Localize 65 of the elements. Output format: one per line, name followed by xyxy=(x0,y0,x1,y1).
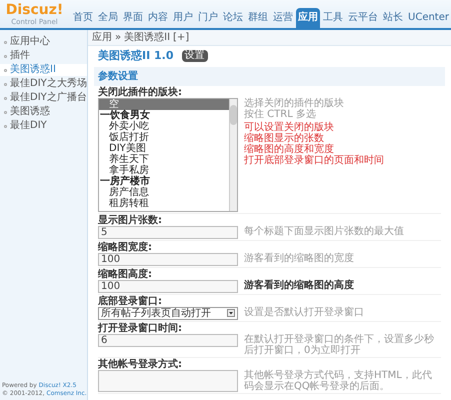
nav-tab[interactable]: 工具 xyxy=(321,8,346,28)
text-input[interactable]: 100 xyxy=(98,252,238,266)
nav-tab[interactable]: 全局 xyxy=(96,8,120,28)
annotation-text: 缩略图显示的张数 xyxy=(244,132,324,144)
setting-hint: 每个标题下面显示图片张数的最大值 xyxy=(244,226,405,236)
sidebar-item[interactable]: 美图诱惑II xyxy=(0,64,87,76)
setting-hint: 设置是否默认打开登录窗口 xyxy=(244,306,365,318)
section-header: 参数设置 xyxy=(94,66,445,86)
listbox-option[interactable]: 养生天下 xyxy=(99,154,229,164)
breadcrumb-separator: » xyxy=(115,31,122,45)
setting-label: 底部登录窗口: xyxy=(98,296,163,306)
sidebar-item[interactable]: 最佳DIY之大秀场 xyxy=(0,78,87,90)
setting-hint: 选择关闭的插件的版块 xyxy=(244,98,345,108)
caret-icon xyxy=(227,309,235,317)
listbox-option[interactable]: 房产信息 xyxy=(99,186,229,198)
setting-hint: 按住 CTRL 多选 xyxy=(244,108,316,120)
listbox-option[interactable]: DIY美图 xyxy=(99,142,229,154)
setting-label: 显示图片张数: xyxy=(98,214,163,226)
page-title: 美图诱惑II 1.0 xyxy=(98,48,174,64)
nav-tab[interactable]: 云平台 xyxy=(346,8,380,28)
dropdown[interactable]: 所有帖子列表页自动打开 xyxy=(98,306,238,320)
nav-tab[interactable]: 应用 xyxy=(296,8,320,28)
text-input[interactable]: 6 xyxy=(98,334,238,346)
breadcrumb-link[interactable]: 应用 xyxy=(92,30,112,45)
text-input[interactable]: 5 xyxy=(98,226,238,238)
annotation-text: 可以设置关闭的版块 xyxy=(244,122,335,132)
setting-label: 缩略图宽度: xyxy=(98,242,153,252)
nav-tab[interactable]: UCenter xyxy=(406,8,451,28)
textarea[interactable] xyxy=(98,370,238,392)
sidebar-item[interactable]: 美图诱惑 xyxy=(0,106,87,118)
nav-tab[interactable]: 论坛 xyxy=(221,8,246,28)
scrollbar[interactable] xyxy=(229,98,237,210)
setting-hint: 游客看到的缩略图的宽度 xyxy=(244,252,355,264)
breadcrumb-link[interactable]: 美图诱惑II xyxy=(124,30,170,45)
settings-tab[interactable]: 设置 xyxy=(182,50,208,62)
listbox-option[interactable]: 一饮食男女 xyxy=(99,110,229,120)
sidebar-item[interactable]: 最佳DIY之广播台 xyxy=(0,92,87,104)
nav-tab[interactable]: 用户 xyxy=(171,8,196,28)
sidebar-item[interactable]: 插件 xyxy=(0,50,87,62)
setting-label: 关闭此插件的版块: xyxy=(98,86,183,98)
annotation-text: 打开底部登录窗口的页面和时间 xyxy=(244,154,385,166)
nav-tab[interactable]: 站长 xyxy=(381,8,406,28)
listbox-option[interactable]: 一房产楼市 xyxy=(99,176,229,186)
nav-tab[interactable]: 内容 xyxy=(146,8,170,28)
listbox-option[interactable]: 租房转租 xyxy=(99,198,229,208)
logo: Discuz! xyxy=(6,2,64,18)
nav-tab[interactable]: 界面 xyxy=(121,8,146,28)
sidebar-item[interactable]: 最佳DIY xyxy=(0,120,87,132)
nav-tab[interactable]: 群组 xyxy=(246,8,270,28)
setting-hint: 游客看到的缩略图的高度 xyxy=(244,280,355,290)
nav-tab[interactable]: 运营 xyxy=(271,8,296,28)
setting-hint: 在默认打开登录窗口的条件下，设置多少秒后打开窗口，0为立即打开 xyxy=(244,334,435,356)
nav-tab[interactable]: 首页 xyxy=(71,8,96,28)
setting-hint: 其他帐号登录方式代码，支持HTML，此代码会显示在QQ帐号登录的后面。 xyxy=(244,370,433,392)
setting-label: 其他帐号登录方式: xyxy=(98,358,183,370)
expand-toggle[interactable]: [+] xyxy=(173,30,190,45)
setting-label: 缩略图高度: xyxy=(98,268,153,280)
annotation-text: 缩略图的高度和宽度 xyxy=(244,144,335,154)
sidebar-item[interactable]: 应用中心 xyxy=(0,36,87,48)
listbox-option[interactable]: 饭店打折 xyxy=(99,132,229,142)
text-input[interactable]: 100 xyxy=(98,280,238,292)
listbox-option[interactable]: 拿手私房 xyxy=(99,164,229,176)
setting-label: 打开登录窗口时间: xyxy=(98,322,183,334)
listbox-option[interactable]: 外卖小吃 xyxy=(99,120,229,132)
nav-tab[interactable]: 门户 xyxy=(196,8,220,28)
